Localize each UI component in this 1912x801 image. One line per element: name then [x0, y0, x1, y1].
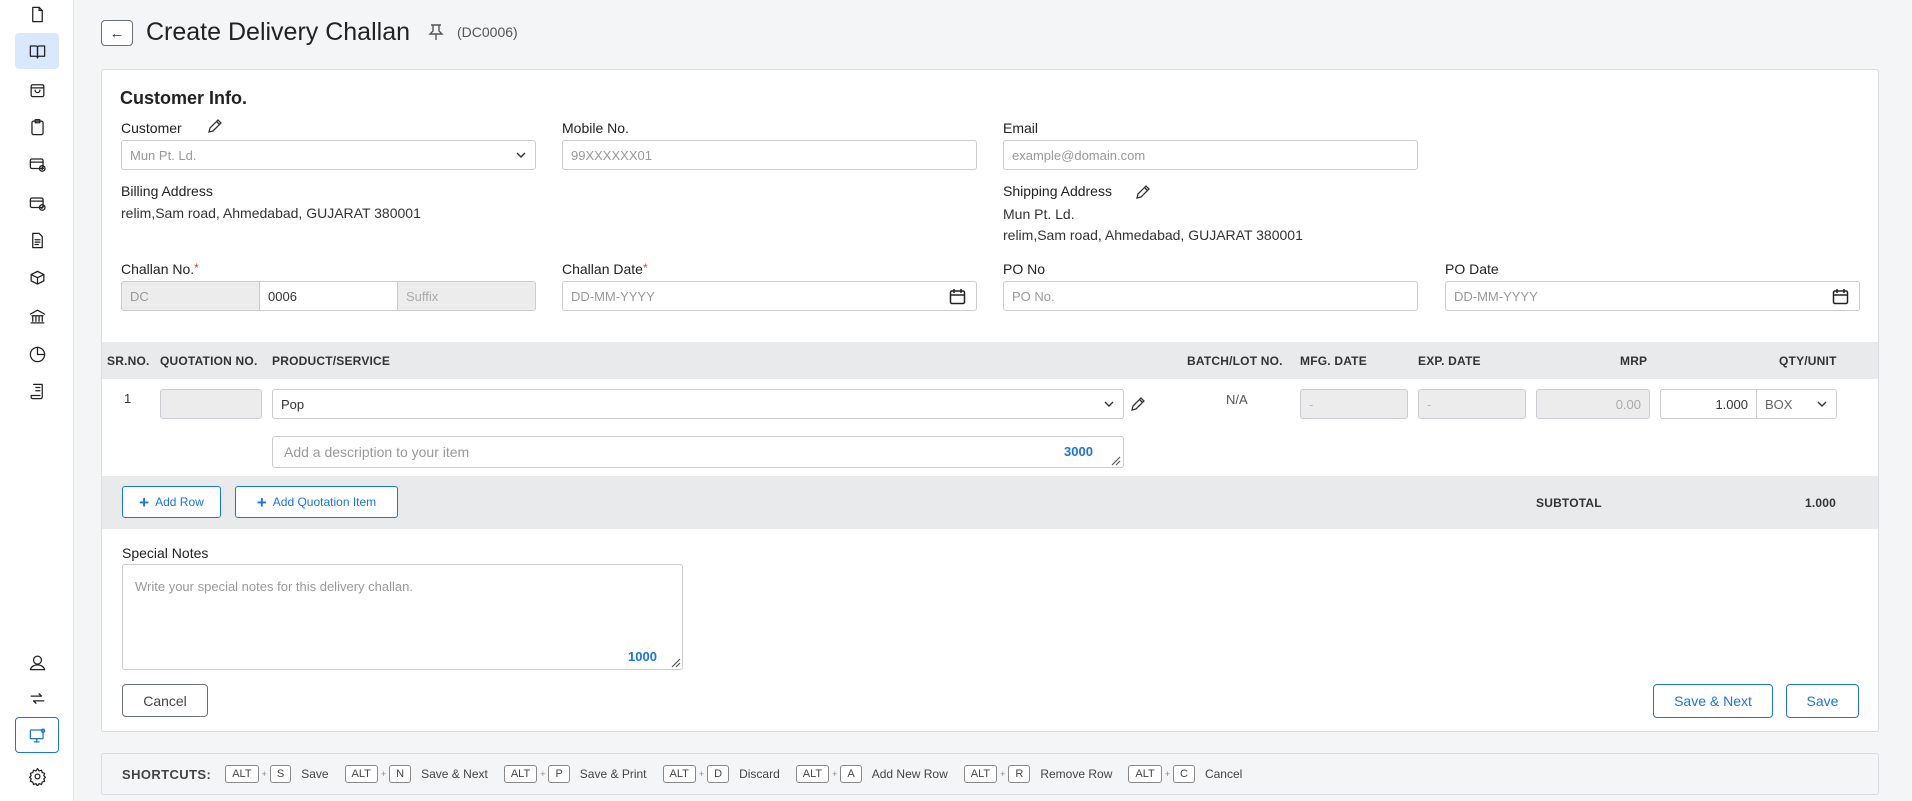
- unit-select[interactable]: BOX: [1756, 389, 1837, 419]
- header-mfg-date: MFG. DATE: [1300, 354, 1367, 368]
- plus-icon: +: [139, 492, 150, 512]
- save-button[interactable]: Save: [1786, 684, 1859, 718]
- book-icon[interactable]: [15, 33, 59, 69]
- exp-date-input[interactable]: -: [1418, 389, 1526, 419]
- mobile-input[interactable]: 99XXXXXX01: [562, 140, 977, 170]
- page-title: Create Delivery Challan: [146, 18, 411, 46]
- challan-suffix-input[interactable]: Suffix: [397, 281, 536, 311]
- box-settings-icon[interactable]: [15, 260, 59, 296]
- subtotal-value: 1.000: [1805, 496, 1837, 510]
- sync-icon[interactable]: [15, 680, 59, 716]
- edit-customer-icon[interactable]: [207, 118, 223, 134]
- customer-select[interactable]: Mun Pt. Ld.: [121, 140, 536, 170]
- resize-handle-icon[interactable]: [1111, 456, 1121, 466]
- shortcut-cancel: ALT + C Cancel: [1128, 765, 1242, 783]
- save-next-button[interactable]: Save & Next: [1653, 684, 1773, 718]
- header-product: PRODUCT/SERVICE: [272, 354, 391, 368]
- mfg-date-input[interactable]: -: [1300, 389, 1408, 419]
- chevron-down-icon: [516, 152, 526, 158]
- special-notes-label: Special Notes: [122, 545, 209, 561]
- email-input[interactable]: example@domain.com: [1003, 140, 1418, 170]
- challan-number-input[interactable]: 0006: [259, 281, 398, 311]
- shortcut-save-print: ALT + P Save & Print: [503, 765, 647, 783]
- plus-icon: +: [256, 492, 267, 512]
- header-mrp: MRP: [1620, 354, 1648, 368]
- shortcuts-label: SHORTCUTS:: [122, 766, 212, 782]
- user-icon[interactable]: [15, 644, 59, 680]
- mobile-label: Mobile No.: [562, 120, 629, 136]
- shortcut-save: ALT + S Save: [225, 765, 329, 783]
- header-sr-no: SR.NO.: [107, 354, 150, 368]
- invoice-icon[interactable]: [15, 222, 59, 258]
- shipping-address-label: Shipping Address: [1003, 183, 1112, 199]
- cancel-button[interactable]: Cancel: [122, 684, 208, 717]
- sidebar: [0, 0, 74, 801]
- header-quotation-no: QUOTATION NO.: [160, 354, 258, 368]
- clipboard-icon[interactable]: [15, 109, 59, 145]
- shipping-name: Mun Pt. Ld.: [1003, 206, 1075, 222]
- calendar-icon[interactable]: [949, 288, 966, 305]
- po-no-label: PO No: [1003, 261, 1046, 277]
- shortcut-add-row: ALT + A Add New Row: [795, 765, 948, 783]
- arrow-left-icon: ←: [109, 24, 125, 42]
- shipping-address: relim,Sam road, Ahmedabad, GUJARAT 38000…: [1003, 227, 1303, 243]
- bag-icon[interactable]: [15, 71, 59, 107]
- batch-value: N/A: [1226, 392, 1248, 407]
- notes-char-count: 1000: [628, 649, 657, 664]
- challan-date-input[interactable]: DD-MM-YYYY: [562, 281, 977, 311]
- add-quotation-item-button[interactable]: + Add Quotation Item: [235, 486, 398, 518]
- header-exp-date: EXP. DATE: [1418, 354, 1481, 368]
- shortcuts-bar: SHORTCUTS: ALT + S Save ALT + N Save & Next AL…: [101, 753, 1879, 795]
- special-notes-textarea[interactable]: Write your special notes for this delive…: [122, 564, 683, 670]
- ledger-icon[interactable]: [15, 373, 59, 409]
- po-date-label: PO Date: [1445, 261, 1499, 277]
- subtotal-label: SUBTOTAL: [1536, 496, 1602, 510]
- chevron-down-icon: [1104, 401, 1114, 407]
- quotation-no-input[interactable]: [160, 389, 262, 419]
- card-check-icon[interactable]: [15, 185, 59, 221]
- back-button[interactable]: ←: [101, 20, 133, 46]
- qty-input[interactable]: 1.000: [1660, 389, 1757, 419]
- edit-shipping-icon[interactable]: [1135, 184, 1151, 200]
- customer-label: Customer: [121, 120, 182, 136]
- shortcut-discard: ALT + D Discard: [662, 765, 780, 783]
- pie-chart-icon[interactable]: [15, 336, 59, 372]
- pin-icon[interactable]: [428, 23, 444, 41]
- resize-handle-icon[interactable]: [671, 658, 681, 668]
- billing-address: relim,Sam road, Ahmedabad, GUJARAT 38000…: [121, 205, 421, 221]
- add-row-button[interactable]: + Add Row: [122, 486, 221, 518]
- challan-prefix-input[interactable]: DC: [121, 281, 260, 311]
- billing-address-label: Billing Address: [121, 183, 213, 199]
- calendar-icon[interactable]: [1832, 288, 1849, 305]
- challan-date-label: Challan Date*: [562, 261, 648, 277]
- product-select[interactable]: Pop: [272, 389, 1124, 419]
- section-title: Customer Info.: [120, 88, 248, 108]
- description-char-count: 3000: [1064, 444, 1093, 459]
- document-code: (DC0006): [457, 24, 518, 40]
- description-input[interactable]: Add a description to your item: [272, 436, 1124, 468]
- bank-icon[interactable]: [15, 298, 59, 334]
- document-icon[interactable]: [15, 0, 59, 32]
- email-label: Email: [1003, 120, 1039, 136]
- shortcut-remove-row: ALT + R Remove Row: [963, 765, 1112, 783]
- monitor-icon[interactable]: [15, 717, 59, 753]
- shortcut-save-next: ALT + N Save & Next: [344, 765, 488, 783]
- po-date-input[interactable]: DD-MM-YYYY: [1445, 281, 1860, 311]
- po-no-input[interactable]: PO No.: [1003, 281, 1418, 311]
- edit-product-icon[interactable]: [1130, 396, 1146, 412]
- settings-icon[interactable]: [15, 758, 59, 794]
- mrp-input[interactable]: 0.00: [1536, 389, 1650, 419]
- challan-no-label: Challan No.*: [121, 261, 199, 277]
- chevron-down-icon: [1817, 401, 1827, 407]
- header-batch: BATCH/LOT NO.: [1187, 354, 1283, 368]
- header-qty-unit: QTY/UNIT: [1779, 354, 1837, 368]
- card-add-icon[interactable]: [15, 146, 59, 182]
- row-sr-no: 1: [124, 391, 132, 406]
